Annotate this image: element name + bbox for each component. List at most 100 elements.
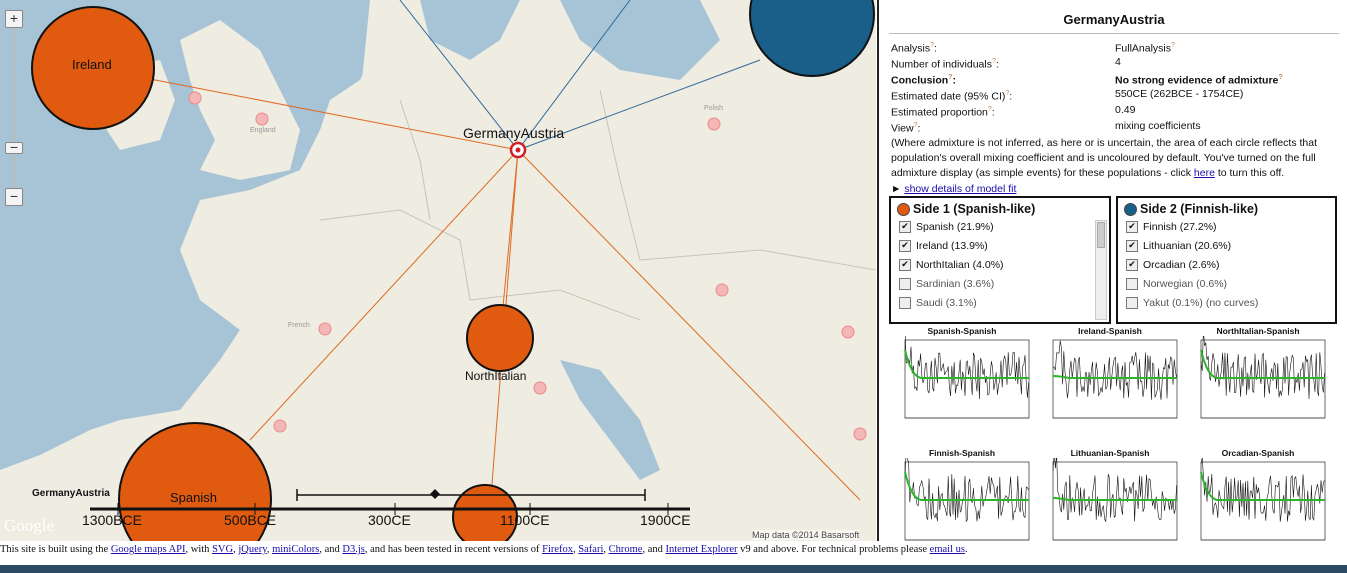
plot-title: Orcadian-Spanish [1221, 448, 1295, 458]
target-label: GermanyAustria [463, 125, 565, 141]
checkbox[interactable]: ✔ [1126, 221, 1138, 234]
timeline-tick: 1100CE [500, 512, 550, 528]
d3-link[interactable]: D3.js [342, 544, 364, 555]
population-label: Sardinian (3.6%) [916, 278, 995, 290]
timeline-tick: 1300BCE [82, 512, 142, 528]
trace-plot: Finnish-Spanish [891, 448, 1033, 541]
info-row: Analysis?: FullAnalysis? [879, 38, 1347, 55]
trace-svg [1052, 452, 1178, 541]
trace-plot: Lithuanian-Spanish [1039, 448, 1181, 541]
help-icon[interactable]: ? [948, 74, 952, 81]
triangle-icon: ► [891, 183, 902, 195]
admixture-note: (Where admixture is not inferred, as her… [891, 137, 1318, 179]
population-checkbox-item[interactable]: ✔ Ireland (13.9%) [891, 237, 1109, 256]
info-rows: Analysis?: FullAnalysis? Number of individ… [879, 38, 1347, 135]
footer: This site is built using the Google maps… [0, 544, 968, 555]
help-icon[interactable]: ? [992, 58, 996, 65]
trace-svg [904, 448, 1030, 541]
northitalian-circle [466, 304, 534, 372]
checkbox[interactable] [899, 278, 911, 291]
info-row: Estimated proportion?: 0.49 [879, 102, 1347, 119]
info-row: View?: mixing coefficients [879, 118, 1347, 135]
trace-plot: Orcadian-Spanish [1187, 448, 1329, 541]
help-icon[interactable]: ? [930, 42, 934, 49]
population-label: Finnish (27.2%) [1143, 221, 1217, 233]
place-label: French [288, 322, 310, 329]
plot-title: Finnish-Spanish [928, 448, 996, 458]
population-checkbox-item[interactable]: ✔ Finnish (27.2%) [1118, 218, 1335, 237]
checkbox[interactable] [899, 297, 911, 310]
firefox-link[interactable]: Firefox [542, 544, 573, 555]
zoom-out-button[interactable]: − [5, 188, 23, 206]
trace-svg [904, 325, 1030, 419]
side1-title: Side 1 (Spanish-like) [913, 202, 1036, 216]
zoom-slider-track[interactable] [13, 28, 15, 198]
population-checkbox-item[interactable]: Sardinian (3.6%) [891, 275, 1109, 294]
place-label: England [250, 127, 276, 134]
population-checkbox-item[interactable]: ✔ Lithuanian (20.6%) [1118, 237, 1335, 256]
trace-plot: NorthItalian-Spanish [1187, 326, 1329, 441]
checkbox[interactable] [1126, 297, 1138, 310]
checkbox[interactable]: ✔ [899, 221, 911, 234]
side2-header: Side 2 (Finnish-like) [1118, 198, 1335, 218]
map-view[interactable]: Ireland NorthItalian Spanish GermanyAust… [0, 0, 876, 541]
plot-title: NorthItalian-Spanish [1216, 326, 1300, 336]
population-checkbox-item[interactable]: ✔ NorthItalian (4.0%) [891, 256, 1109, 275]
checkbox[interactable]: ✔ [899, 240, 911, 253]
side1-list[interactable]: ✔ Spanish (21.9%) ✔ Ireland (13.9%) ✔ NorthIt… [891, 218, 1109, 313]
population-checkbox-item[interactable]: ✔ Spanish (21.9%) [891, 218, 1109, 237]
info-row: Estimated date (95% CI)?: 550CE (262BCE -… [879, 86, 1347, 103]
zoom-slider-handle[interactable]: − [5, 140, 23, 154]
google-logo: Google [4, 516, 55, 535]
checkbox[interactable] [1126, 278, 1138, 291]
info-value: 0.49 [1115, 104, 1136, 116]
population-label: Saudi (3.1%) [916, 297, 977, 309]
help-icon[interactable]: ? [1171, 42, 1175, 49]
checkbox[interactable]: ✔ [1126, 259, 1138, 272]
trace-svg [1200, 456, 1326, 541]
details-toggle[interactable]: ► show details of model fit [891, 182, 1337, 197]
checkbox[interactable]: ✔ [899, 259, 911, 272]
trace-plot: Spanish-Spanish [891, 325, 1033, 441]
timeline-label: GermanyAustria [32, 488, 110, 499]
help-icon[interactable]: ? [914, 122, 918, 129]
checkbox[interactable]: ✔ [1126, 240, 1138, 253]
here-link[interactable]: here [1194, 167, 1215, 179]
population-label: Spanish (21.9%) [916, 221, 994, 233]
northitalian-label: NorthItalian [465, 369, 527, 383]
trace-plot: Ireland-Spanish [1039, 326, 1181, 441]
jquery-link[interactable]: jQuery [238, 544, 266, 555]
zoom-control: + − − [5, 10, 23, 210]
info-panel: GermanyAustria Analysis?: FullAnalysis? Nu… [877, 0, 1347, 541]
population-checkbox-item[interactable]: Saudi (3.1%) [891, 294, 1109, 313]
help-icon[interactable]: ? [1005, 90, 1009, 97]
population-checkbox-item[interactable]: Yakut (0.1%) (no curves) [1118, 294, 1335, 313]
side1-scrollbar[interactable] [1095, 220, 1107, 320]
population-checkbox-item[interactable]: ✔ Orcadian (2.6%) [1118, 256, 1335, 275]
chrome-link[interactable]: Chrome [609, 544, 643, 555]
help-icon[interactable]: ? [1278, 74, 1282, 81]
info-row: Conclusion?: No strong evidence of admixt… [879, 70, 1347, 87]
side1-header: Side 1 (Spanish-like) [891, 198, 1109, 218]
map-canvas[interactable] [0, 0, 876, 541]
side2-list[interactable]: ✔ Finnish (27.2%) ✔ Lithuanian (20.6%) ✔ Orca… [1118, 218, 1335, 313]
population-label: Ireland (13.9%) [916, 240, 988, 252]
trace-svg [1200, 330, 1326, 419]
place-label: Polish [704, 105, 724, 112]
show-details-link[interactable]: show details of model fit [904, 183, 1016, 195]
info-row: Number of individuals?: 4 [879, 54, 1347, 71]
zoom-in-button[interactable]: + [5, 10, 23, 28]
help-icon[interactable]: ? [988, 106, 992, 113]
side1-box: Side 1 (Spanish-like) ✔ Spanish (21.9%) ✔ I… [889, 196, 1111, 324]
ie-link[interactable]: Internet Explorer [666, 544, 738, 555]
info-value: mixing coefficients [1115, 120, 1201, 132]
population-label: Yakut (0.1%) (no curves) [1143, 297, 1259, 309]
population-label: Norwegian (0.6%) [1143, 278, 1228, 290]
svg-link[interactable]: SVG [212, 544, 233, 555]
email-link[interactable]: email us [930, 544, 965, 555]
population-checkbox-item[interactable]: Norwegian (0.6%) [1118, 275, 1335, 294]
minicolors-link[interactable]: miniColors [272, 544, 319, 555]
safari-link[interactable]: Safari [578, 544, 603, 555]
google-maps-link[interactable]: Google maps API [111, 544, 186, 555]
info-value: 550CE (262BCE - 1754CE) [1115, 88, 1244, 100]
